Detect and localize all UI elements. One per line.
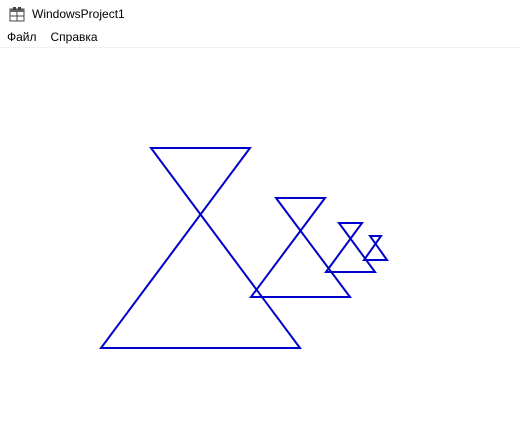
drawing-canvas <box>0 48 520 442</box>
hourglass-shape-2 <box>249 197 352 298</box>
menu-file[interactable]: Файл <box>0 28 44 47</box>
hourglass-shape-3 <box>324 222 377 273</box>
window-title: WindowsProject1 <box>32 7 125 21</box>
hourglass-drawing <box>99 147 389 349</box>
app-window: WindowsProject1 Файл Справка <box>0 0 520 442</box>
application-icon <box>9 7 25 22</box>
title-bar[interactable]: WindowsProject1 <box>0 0 520 28</box>
hourglass-shape-4 <box>362 235 389 261</box>
hourglass-shape-1 <box>99 147 302 349</box>
menu-bar: Файл Справка <box>0 28 520 48</box>
menu-help[interactable]: Справка <box>44 28 105 47</box>
